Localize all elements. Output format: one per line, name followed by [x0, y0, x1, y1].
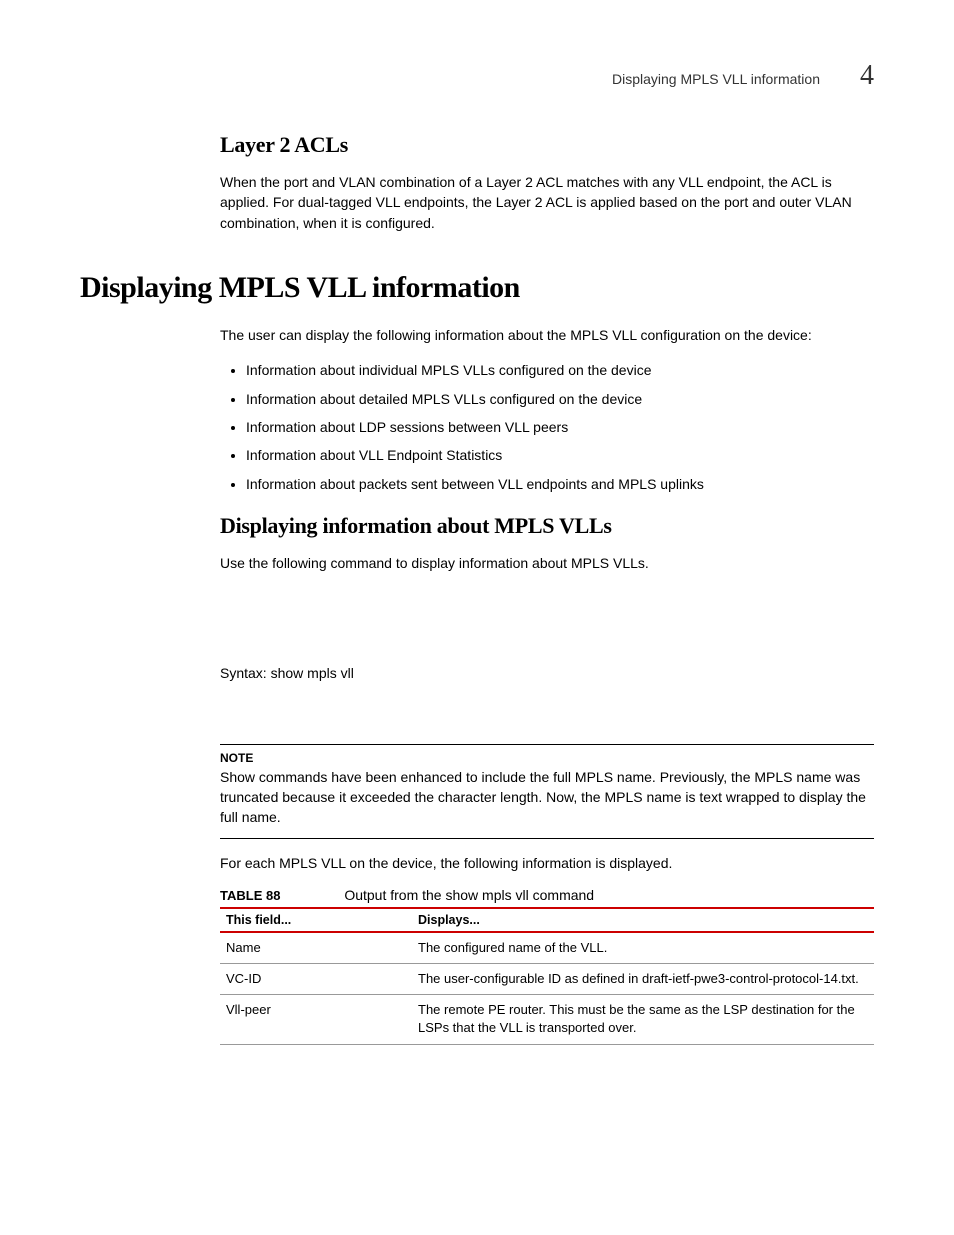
cell-displays: The user-configurable ID as defined in d…	[412, 964, 874, 995]
heading-displaying-mpls-vll-info: Displaying MPLS VLL information	[80, 271, 874, 305]
heading-layer2-acls: Layer 2 ACLs	[220, 132, 874, 158]
list-item: Information about packets sent between V…	[246, 473, 874, 495]
para-layer2-acls: When the port and VLAN combination of a …	[220, 172, 874, 233]
list-item: Information about VLL Endpoint Statistic…	[246, 444, 874, 466]
para-info-command: Use the following command to display inf…	[220, 553, 874, 573]
running-header: Displaying MPLS VLL information 4	[80, 60, 874, 92]
page-container: Displaying MPLS VLL information 4 Layer …	[0, 0, 954, 1105]
table-number: TABLE 88	[220, 888, 280, 903]
cell-field: VC-ID	[220, 964, 412, 995]
running-title: Displaying MPLS VLL information	[612, 71, 820, 87]
para-after-note: For each MPLS VLL on the device, the fol…	[220, 853, 874, 873]
table-header-field: This field...	[220, 908, 412, 932]
cell-displays: The configured name of the VLL.	[412, 932, 874, 964]
list-item: Information about individual MPLS VLLs c…	[246, 359, 874, 381]
table-row: Name The configured name of the VLL.	[220, 932, 874, 964]
table-header-displays: Displays...	[412, 908, 874, 932]
table-caption-text: Output from the show mpls vll command	[344, 887, 594, 903]
table-header-row: This field... Displays...	[220, 908, 874, 932]
table-row: Vll-peer The remote PE router. This must…	[220, 995, 874, 1044]
cell-field: Vll-peer	[220, 995, 412, 1044]
note-label: NOTE	[220, 751, 874, 765]
note-text: Show commands have been enhanced to incl…	[220, 767, 874, 828]
note-block: NOTE Show commands have been enhanced to…	[220, 744, 874, 839]
heading-displaying-info-about-mpls-vlls: Displaying information about MPLS VLLs	[220, 513, 874, 539]
para-display-intro: The user can display the following infor…	[220, 325, 874, 345]
table-caption: TABLE 88 Output from the show mpls vll c…	[220, 887, 874, 903]
table-wrapper: TABLE 88 Output from the show mpls vll c…	[220, 887, 874, 1045]
list-item: Information about LDP sessions between V…	[246, 416, 874, 438]
output-table: This field... Displays... Name The confi…	[220, 907, 874, 1045]
list-item: Information about detailed MPLS VLLs con…	[246, 388, 874, 410]
chapter-number: 4	[860, 60, 874, 92]
cell-field: Name	[220, 932, 412, 964]
bullet-list: Information about individual MPLS VLLs c…	[220, 359, 874, 495]
syntax-line: Syntax: show mpls vll	[220, 663, 874, 683]
cell-displays: The remote PE router. This must be the s…	[412, 995, 874, 1044]
table-row: VC-ID The user-configurable ID as define…	[220, 964, 874, 995]
